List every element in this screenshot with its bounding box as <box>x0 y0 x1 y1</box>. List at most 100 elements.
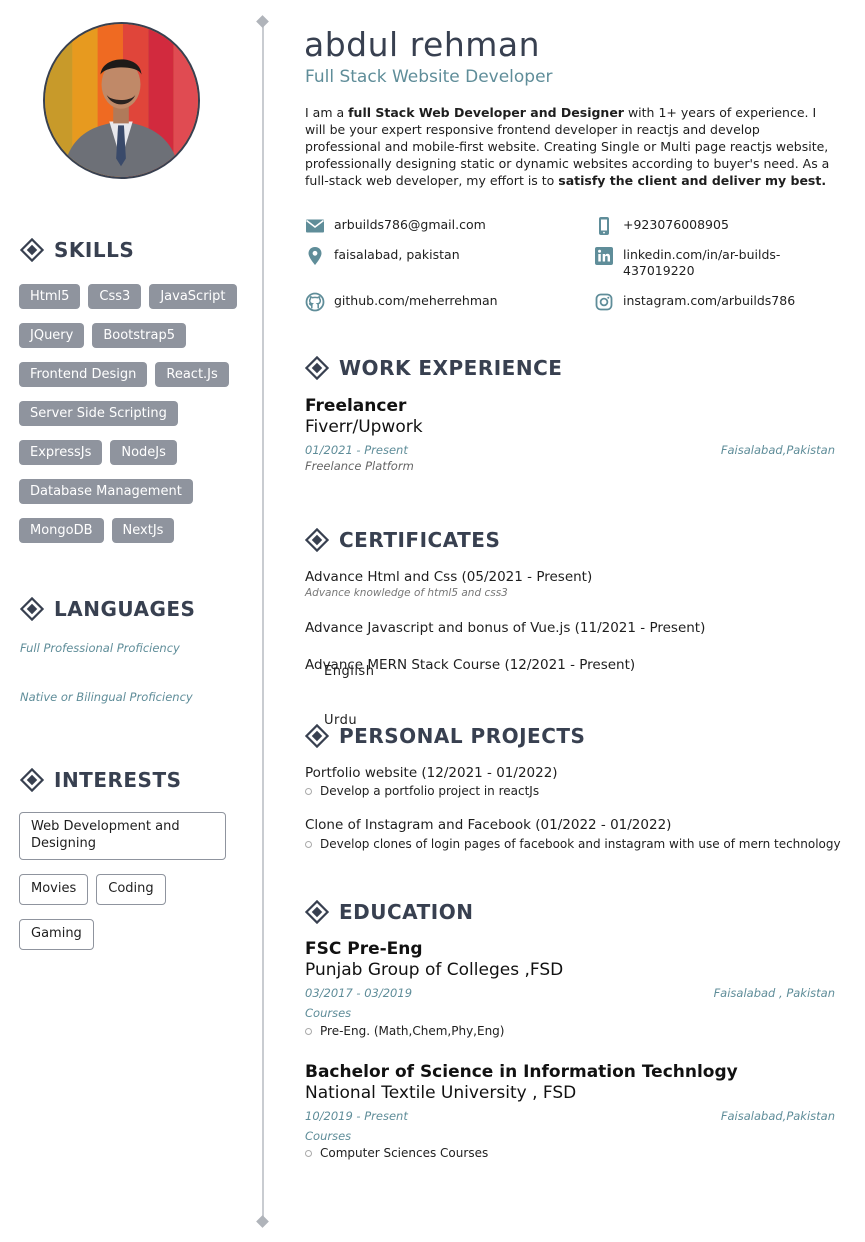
email-icon <box>305 216 325 236</box>
certificate-description: Advance knowledge of html5 and css3 <box>305 587 508 599</box>
certificates-title: CERTIFICATES <box>339 528 501 552</box>
project-name: Portfolio website (12/2021 - 01/2022) <box>305 765 558 781</box>
project-name: Clone of Instagram and Facebook (01/2022… <box>305 817 672 833</box>
job-date: 01/2021 - Present <box>305 443 408 457</box>
contact-instagram[interactable]: instagram.com/arbuilds786 <box>594 292 795 312</box>
project-bullet-text: Develop a portfolio project in reactJs <box>320 784 540 798</box>
skills-title: SKILLS <box>54 238 135 262</box>
education-date: 03/2017 - 03/2019 <box>305 986 413 1000</box>
skill-chip: JavaScript <box>149 284 237 309</box>
interest-chip: Movies <box>19 873 89 905</box>
column-divider <box>262 22 264 1222</box>
skill-chip: NodeJs <box>110 440 177 465</box>
skill-row: JQuery Bootstrap5 <box>19 323 249 348</box>
language-item: Urdu Native or Bilingual Proficiency <box>20 688 357 728</box>
contact-github[interactable]: github.com/meherrehman <box>305 292 498 312</box>
section-diamond-icon <box>20 238 44 262</box>
courses-label: Courses <box>305 1129 352 1143</box>
education-location: Faisalabad , Pakistan <box>713 986 835 1000</box>
work-experience-heading: WORK EXPERIENCE <box>305 356 562 380</box>
section-diamond-icon <box>305 724 329 748</box>
interest-chip: Web Development and Designing <box>19 812 226 860</box>
location-text: faisalabad, pakistan <box>334 247 460 262</box>
contact-email[interactable]: arbuilds786@gmail.com <box>305 216 486 236</box>
bullet-circle-icon <box>305 1027 312 1035</box>
skill-chip: JQuery <box>19 323 85 348</box>
work-experience-title: WORK EXPERIENCE <box>339 356 563 380</box>
instagram-text: instagram.com/arbuilds786 <box>623 293 796 308</box>
bullet-circle-icon <box>305 787 312 795</box>
skill-row: Frontend Design React.Js <box>19 362 249 387</box>
skill-chip: Server Side Scripting <box>19 401 178 426</box>
skills-heading: SKILLS <box>20 238 134 262</box>
github-text: github.com/meherrehman <box>334 293 498 308</box>
course-bullet: Pre-Eng. (Math,Chem,Phy,Eng) <box>305 1024 504 1038</box>
languages-title: LANGUAGES <box>54 597 196 621</box>
education-title: EDUCATION <box>339 900 474 924</box>
course-bullet: Computer Sciences Courses <box>305 1146 488 1160</box>
section-diamond-icon <box>305 528 329 552</box>
interests-list: Web Development and Designing Movies Cod… <box>19 812 229 950</box>
school-name: Punjab Group of Colleges ,FSD <box>305 960 564 980</box>
skill-chip: Css3 <box>88 284 142 309</box>
phone-icon <box>594 216 614 236</box>
skill-row: ExpressJs NodeJs <box>19 440 249 465</box>
certificates-heading: CERTIFICATES <box>305 528 500 552</box>
project-bullet: Develop clones of login pages of faceboo… <box>305 837 841 851</box>
language-level: Native or Bilingual Proficiency <box>20 690 193 704</box>
skill-chip: Database Management <box>19 479 193 504</box>
course-text: Pre-Eng. (Math,Chem,Phy,Eng) <box>320 1024 505 1038</box>
education-date: 10/2019 - Present <box>305 1109 408 1123</box>
job-title: Freelancer <box>305 396 407 416</box>
projects-title: PERSONAL PROJECTS <box>339 724 586 748</box>
certificate-name: Advance Javascript and bonus of Vue.js (… <box>305 620 706 636</box>
location-pin-icon <box>305 246 325 266</box>
skill-row: Server Side Scripting <box>19 401 249 426</box>
skill-chip: Html5 <box>19 284 81 309</box>
degree-title: Bachelor of Science in Information Techn… <box>305 1062 738 1082</box>
section-diamond-icon <box>305 900 329 924</box>
skill-row: Html5 Css3 JavaScript <box>19 284 249 309</box>
degree-title: FSC Pre-Eng <box>305 939 423 959</box>
interest-row: Movies Coding <box>19 873 229 905</box>
interest-chip: Coding <box>96 873 166 905</box>
bullet-circle-icon <box>305 840 312 848</box>
summary-text: I am a <box>305 105 349 120</box>
job-location: Faisalabad,Pakistan <box>720 443 835 457</box>
interests-heading: INTERESTS <box>20 768 182 792</box>
summary-bold: satisfy the client and deliver my best. <box>558 173 827 188</box>
contact-phone[interactable]: +923076008905 <box>594 216 729 236</box>
skill-row: Database Management <box>19 479 249 504</box>
job-description: Freelance Platform <box>305 459 414 473</box>
education-heading: EDUCATION <box>305 900 473 924</box>
summary-bold: full Stack Web Developer and Designer <box>348 105 624 120</box>
job-organization: Fiverr/Upwork <box>305 417 423 437</box>
profile-photo <box>43 22 200 179</box>
section-diamond-icon <box>20 768 44 792</box>
summary: I am a full Stack Web Developer and Desi… <box>305 104 835 189</box>
contact-location: faisalabad, pakistan <box>305 246 460 266</box>
courses-label: Courses <box>305 1006 352 1020</box>
full-name: abdul rehman <box>304 25 541 64</box>
left-column: SKILLS Html5 Css3 JavaScript JQuery Boot… <box>0 0 374 1242</box>
linkedin-icon <box>594 246 614 266</box>
instagram-icon <box>594 292 614 312</box>
phone-text: +923076008905 <box>623 217 729 232</box>
project-bullet-text: Develop clones of login pages of faceboo… <box>320 837 841 851</box>
skill-chip: ExpressJs <box>19 440 103 465</box>
contact-linkedin[interactable]: linkedin.com/in/ar-builds-437019220 <box>594 246 794 279</box>
skill-chip: Frontend Design <box>19 362 148 387</box>
language-item: English Full Professional Proficiency <box>20 639 374 679</box>
language-level: Full Professional Proficiency <box>20 641 180 655</box>
languages-heading: LANGUAGES <box>20 597 195 621</box>
skill-chip: NextJs <box>111 518 175 543</box>
education-location: Faisalabad,Pakistan <box>720 1109 835 1123</box>
skill-row: MongoDB NextJs <box>19 518 249 543</box>
skill-chip: Bootstrap5 <box>92 323 186 348</box>
bullet-circle-icon <box>305 1149 312 1157</box>
projects-heading: PERSONAL PROJECTS <box>305 724 585 748</box>
school-name: National Textile University , FSD <box>305 1083 577 1103</box>
interests-title: INTERESTS <box>54 768 182 792</box>
job-role: Full Stack Website Developer <box>305 67 553 87</box>
course-text: Computer Sciences Courses <box>320 1146 489 1160</box>
